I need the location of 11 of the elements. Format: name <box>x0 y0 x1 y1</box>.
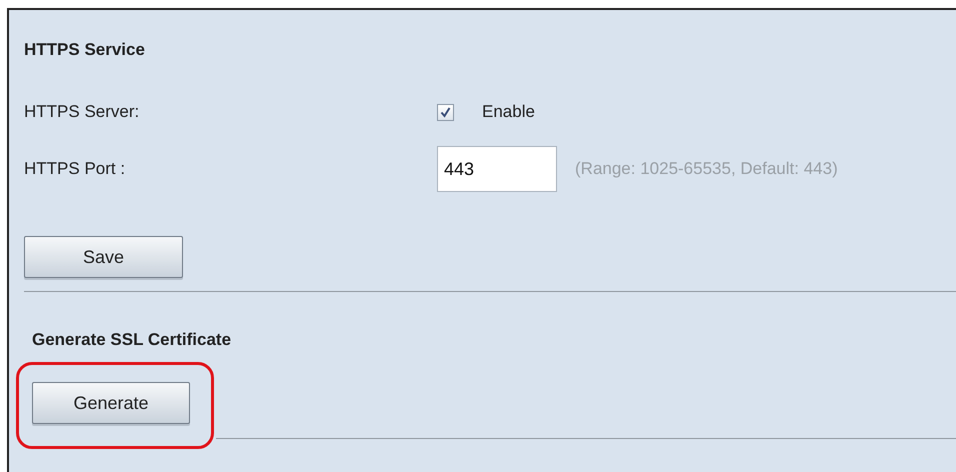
checkbox[interactable] <box>437 104 454 120</box>
save-button[interactable]: Save <box>24 236 183 278</box>
range-hint: (Range: 1025-65535, Default: 443) <box>575 159 838 179</box>
field-label: HTTPS Server: <box>24 102 140 122</box>
generate-button[interactable]: Generate <box>32 382 190 424</box>
section-title: Generate SSL Certificate <box>32 330 232 350</box>
section-title: HTTPS Service <box>24 40 146 60</box>
port-input[interactable]: 443 <box>437 146 557 192</box>
checkbox-label: Enable <box>482 102 535 122</box>
check-icon <box>440 106 451 118</box>
field-label: HTTPS Port : <box>24 159 126 179</box>
